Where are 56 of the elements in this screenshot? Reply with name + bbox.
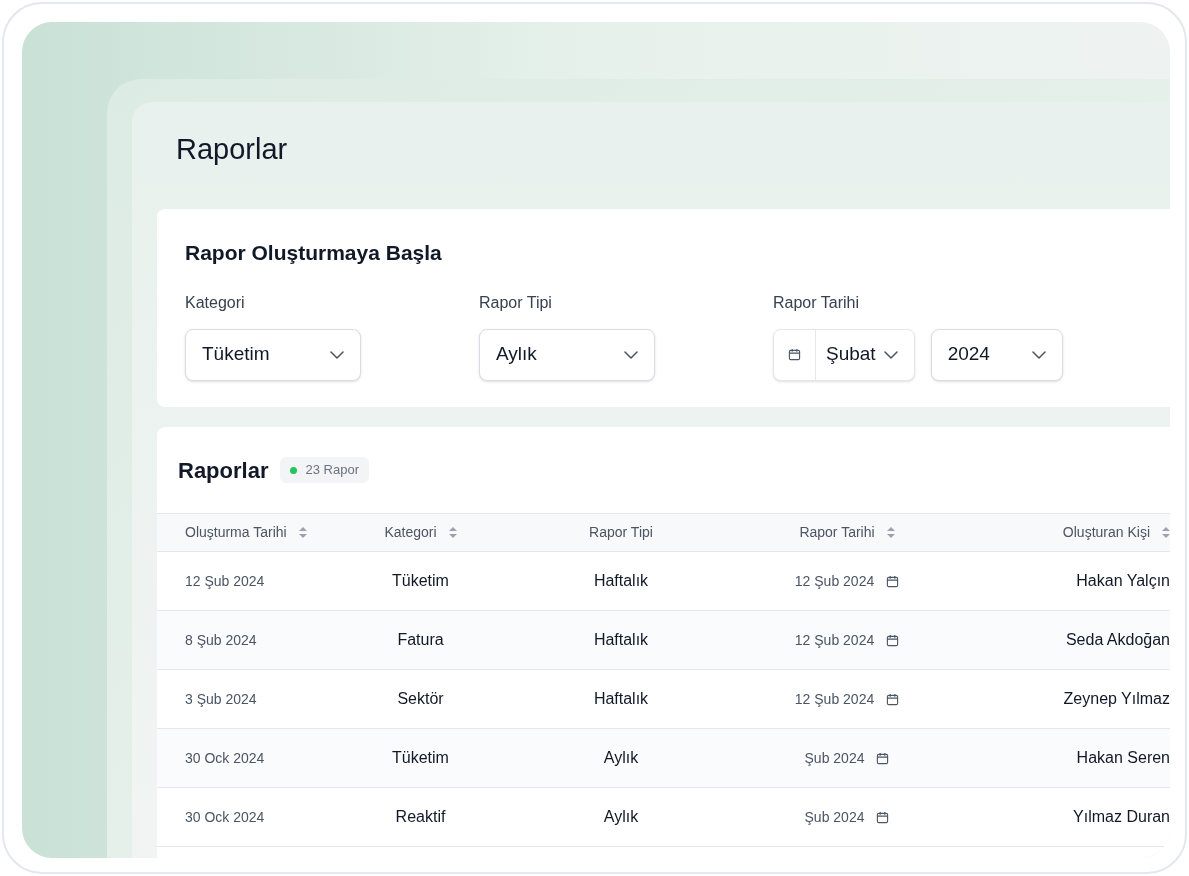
table-title: Raporlar: [178, 456, 269, 485]
calendar-icon: [886, 692, 900, 706]
calendar-icon: [876, 810, 890, 824]
table-cell-text: 8 Şub 2024: [185, 630, 257, 650]
table-cell-text: Sektör: [397, 689, 444, 709]
table-cell-text: Yılmaz Duran: [1073, 807, 1170, 827]
table-cell-text: 12 Şub 2024: [794, 630, 875, 650]
column-header[interactable]: Rapor Tarihi: [799, 522, 895, 543]
calendar-icon: [788, 348, 801, 361]
table-cell-text: Seda Akdoğan: [1065, 630, 1170, 650]
card-title: Rapor Oluşturmaya Başla: [185, 240, 443, 266]
table-cell-text: Hakan Yalçın: [1076, 571, 1170, 591]
chevron-down-icon: [330, 350, 344, 359]
column-header[interactable]: Rapor Tipi: [589, 522, 653, 543]
count-badge: 23 Rapor: [280, 457, 369, 483]
table-cell-text: Aylık: [603, 807, 639, 827]
select-field[interactable]: Tüketim: [185, 328, 361, 381]
table-cell-text: Hakan Seren: [1076, 748, 1170, 768]
sort-icon[interactable]: [298, 527, 307, 538]
select-field[interactable]: Aylık: [479, 328, 655, 381]
table-cell-text: Şub 2024: [804, 748, 865, 768]
calendar-icon: [886, 633, 900, 647]
chevron-down-icon: [883, 350, 898, 359]
column-header[interactable]: Oluşturma Tarihi: [185, 522, 307, 543]
table-cell-text: Haftalık: [593, 630, 649, 650]
column-header[interactable]: Kategori: [384, 522, 457, 543]
table-cell-text: Tüketim: [392, 571, 449, 591]
page-title: Raporlar: [176, 132, 289, 166]
table-cell-text: Şub 2024: [804, 807, 865, 827]
table-cell-text: Haftalık: [593, 571, 649, 591]
table-cell-text: 12 Şub 2024: [185, 571, 265, 591]
table-cell-text: 3 Şub 2024: [185, 689, 257, 709]
chevron-down-icon: [624, 350, 638, 359]
table-cell-text: 30 Ock 2024: [185, 748, 265, 768]
sort-icon[interactable]: [448, 527, 457, 538]
field-label: Rapor Tipi: [479, 292, 553, 313]
field-label: Rapor Tarihi: [773, 292, 860, 313]
calendar-icon: [876, 751, 890, 765]
chevron-down-icon: [1031, 350, 1046, 359]
table-cell-text: Haftalık: [593, 689, 649, 709]
field-label: Kategori: [185, 292, 246, 313]
table-cell-text: Fatura: [397, 630, 444, 650]
table-cell-text: Reaktif: [395, 807, 446, 827]
table-cell-text: Aylık: [603, 748, 639, 768]
month-select[interactable]: Şubat: [773, 328, 915, 381]
calendar-icon: [886, 574, 900, 588]
column-header[interactable]: Oluşturan Kişi: [1062, 522, 1170, 543]
table-cell-text: Zeynep Yılmaz: [1063, 689, 1170, 709]
month-value: Şubat: [825, 342, 877, 367]
year-select[interactable]: 2024: [930, 328, 1063, 381]
table-cell-text: 30 Ock 2024: [185, 807, 265, 827]
sort-icon[interactable]: [1162, 527, 1170, 538]
sort-icon[interactable]: [886, 527, 895, 538]
table-cell-text: Tüketim: [392, 748, 449, 768]
table-cell-text: 12 Şub 2024: [794, 571, 875, 591]
table-cell-text: 12 Şub 2024: [794, 689, 875, 709]
